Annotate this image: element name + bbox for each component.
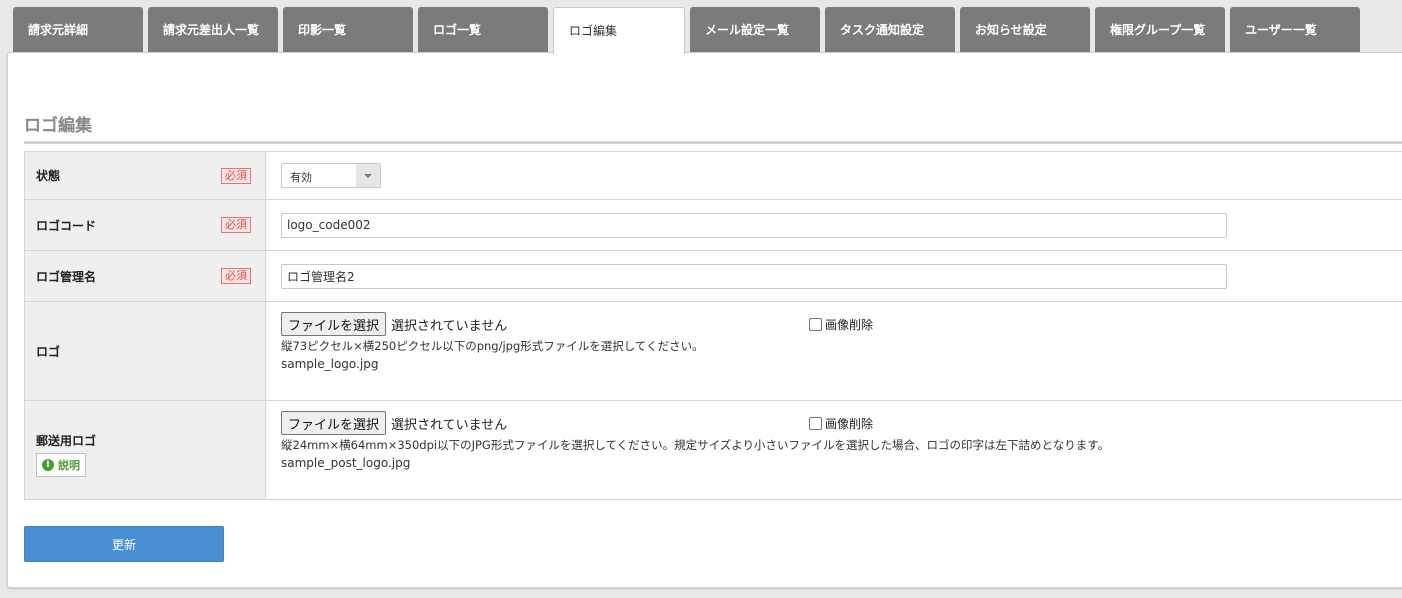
post-logo-file-status: 選択されていません — [391, 417, 508, 433]
update-button[interactable]: 更新 — [24, 526, 224, 562]
tab-bar: 請求元詳細 請求元差出人一覧 印影一覧 ロゴ一覧 ロゴ編集 メール設定一覧 タス… — [13, 7, 1360, 54]
logo-delete-checkbox[interactable]: 画像削除 — [809, 316, 873, 333]
logo-code-label-cell: ロゴコード 必須 — [24, 199, 266, 251]
tab-mail-settings[interactable]: メール設定一覧 — [690, 7, 820, 53]
checkbox-icon[interactable] — [809, 318, 822, 331]
status-selected-value: 有効 — [290, 171, 312, 184]
logo-hint-text: 縦73ピクセル×横250ピクセル以下のpng/jpg形式ファイルを選択してくださ… — [281, 339, 704, 353]
logo-code-input[interactable] — [281, 212, 1227, 238]
form-row-logo-name: ロゴ管理名 必須 — [24, 250, 1402, 302]
page-title: ロゴ編集 — [24, 111, 1402, 144]
tab-announcement-settings[interactable]: お知らせ設定 — [960, 7, 1090, 53]
post-logo-delete-checkbox[interactable]: 画像削除 — [809, 415, 873, 432]
post-logo-label: 郵送用ロゴ — [36, 433, 97, 448]
tab-logo-list[interactable]: ロゴ一覧 — [418, 7, 548, 53]
help-button-label: 説明 — [58, 458, 80, 472]
logo-label: ロゴ — [36, 344, 61, 359]
logo-file-select-button[interactable]: ファイルを選択 — [281, 312, 387, 336]
tab-billing-source-detail[interactable]: 請求元詳細 — [13, 7, 143, 53]
logo-name-input[interactable] — [281, 263, 1227, 289]
tab-sender-list[interactable]: 請求元差出人一覧 — [148, 7, 278, 53]
tab-user-list[interactable]: ユーザー一覧 — [1230, 7, 1360, 53]
required-badge: 必須 — [221, 217, 251, 233]
post-logo-value-cell: ファイルを選択 選択されていません 画像削除 縦24mm×横64mm×350dp… — [265, 400, 1402, 500]
logo-current-filename: sample_logo.jpg — [281, 357, 379, 371]
content-panel: ロゴ編集 状態 必須 有効 ロゴコード 必須 logo_code002 ロゴ管理… — [7, 52, 1402, 588]
form-row-logo: ロゴ ファイルを選択 選択されていません 画像削除 縦73ピクセル×横250ピク… — [24, 301, 1402, 401]
post-logo-current-filename: sample_post_logo.jpg — [281, 456, 411, 470]
post-logo-file-select-button[interactable]: ファイルを選択 — [281, 411, 387, 435]
post-logo-file-picker: ファイルを選択 選択されていません 画像削除 — [281, 411, 1399, 435]
logo-name-label: ロゴ管理名 — [36, 269, 97, 284]
logo-file-picker: ファイルを選択 選択されていません 画像削除 — [281, 312, 1399, 336]
post-logo-delete-label: 画像削除 — [825, 417, 874, 431]
status-value-cell: 有効 — [265, 151, 1402, 200]
logo-edit-form: 状態 必須 有効 ロゴコード 必須 logo_code002 ロゴ管理名 必須 … — [24, 151, 1402, 500]
chevron-down-icon[interactable] — [356, 164, 380, 187]
tab-seal-list[interactable]: 印影一覧 — [283, 7, 413, 53]
logo-code-value-cell — [265, 199, 1402, 251]
required-badge: 必須 — [221, 268, 251, 284]
tab-permission-groups[interactable]: 権限グループ一覧 — [1095, 7, 1225, 53]
logo-name-label-cell: ロゴ管理名 必須 — [24, 250, 266, 302]
form-row-post-logo: 郵送用ロゴ i 説明 ファイルを選択 選択されていません 画像削除 縦24mm×… — [24, 400, 1402, 500]
info-icon: i — [42, 458, 54, 471]
logo-code-label: ロゴコード — [36, 218, 97, 233]
logo-value-cell: ファイルを選択 選択されていません 画像削除 縦73ピクセル×横250ピクセル以… — [265, 301, 1402, 401]
form-row-logo-code: ロゴコード 必須 — [24, 199, 1402, 251]
logo-file-status: 選択されていません — [391, 318, 508, 334]
post-logo-label-cell: 郵送用ロゴ i 説明 — [24, 400, 266, 500]
logo-label-cell: ロゴ — [24, 301, 266, 401]
status-label: 状態 — [36, 169, 61, 183]
required-badge: 必須 — [221, 167, 251, 184]
logo-name-value-cell — [265, 250, 1402, 302]
checkbox-icon[interactable] — [809, 417, 822, 430]
post-logo-hint-text: 縦24mm×横64mm×350dpi以下のJPG形式ファイルを選択してください。… — [281, 438, 1110, 452]
logo-delete-label: 画像削除 — [825, 318, 874, 332]
tab-logo-edit[interactable]: ロゴ編集 — [553, 7, 685, 54]
tab-task-notification[interactable]: タスク通知設定 — [825, 7, 955, 53]
status-select[interactable]: 有効 — [281, 163, 381, 188]
status-label-cell: 状態 必須 — [24, 151, 266, 200]
help-button[interactable]: i 説明 — [36, 452, 86, 477]
form-row-status: 状態 必須 有効 — [24, 151, 1402, 200]
